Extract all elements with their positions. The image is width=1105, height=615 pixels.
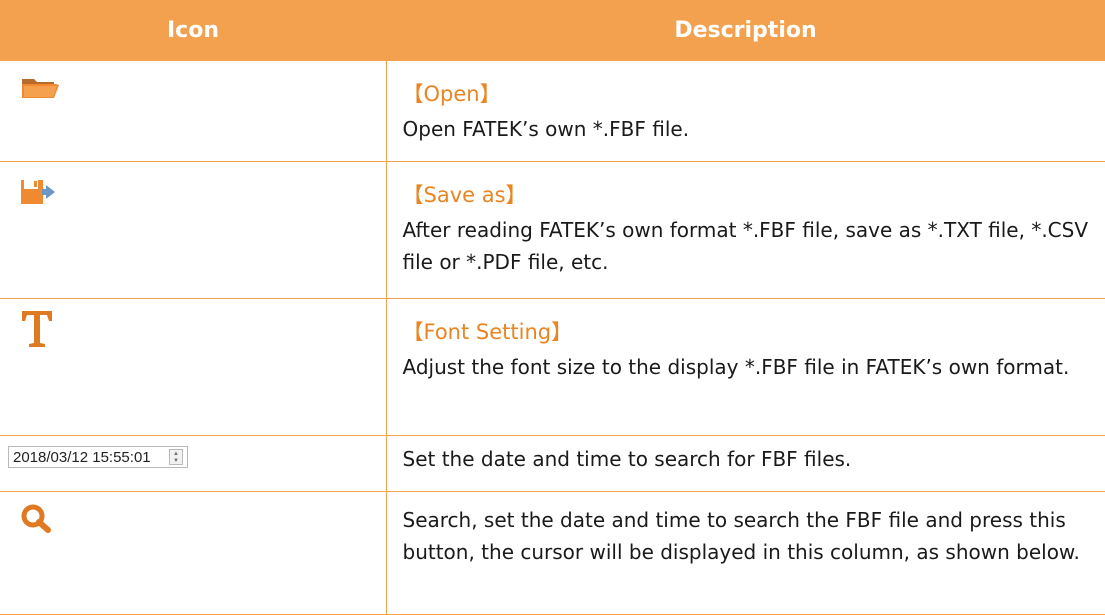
folder-open-icon[interactable] bbox=[20, 75, 60, 99]
table-row: Search, set the date and time to search … bbox=[0, 491, 1105, 615]
datetime-description: Set the date and time to search for FBF … bbox=[402, 447, 852, 471]
table-row: 【Open】 Open FATEK’s own *.FBF file. bbox=[0, 61, 1105, 162]
table-row: 【Font Setting】 Adjust the font size to t… bbox=[0, 298, 1105, 436]
icon-cell bbox=[0, 491, 387, 615]
save-as-command-title: 【Save as】 bbox=[402, 183, 527, 207]
datetime-picker[interactable]: 2018/03/12 15:55:01 ▲ ▼ bbox=[8, 446, 188, 468]
table-row: 【Save as】 After reading FATEK’s own form… bbox=[0, 161, 1105, 299]
search-icon[interactable] bbox=[20, 504, 54, 534]
font-setting-icon[interactable] bbox=[20, 309, 54, 349]
datetime-value: 2018/03/12 15:55:01 bbox=[13, 448, 151, 466]
spinner-down-icon[interactable]: ▼ bbox=[173, 458, 179, 464]
icon-cell bbox=[0, 161, 387, 299]
open-description: Open FATEK’s own *.FBF file. bbox=[402, 117, 690, 141]
icon-description-table: Icon Description 【Open】 Open FATEK’s own… bbox=[0, 0, 1105, 615]
open-command-title: 【Open】 bbox=[402, 82, 501, 106]
datetime-spinner[interactable]: ▲ ▼ bbox=[169, 449, 183, 465]
header-description: Description bbox=[386, 0, 1105, 61]
description-cell: 【Font Setting】 Adjust the font size to t… bbox=[386, 298, 1105, 436]
description-cell: 【Open】 Open FATEK’s own *.FBF file. bbox=[386, 61, 1105, 162]
table-header-row: Icon Description bbox=[0, 0, 1105, 61]
description-cell: Search, set the date and time to search … bbox=[386, 491, 1105, 615]
description-cell: Set the date and time to search for FBF … bbox=[386, 435, 1105, 492]
icon-cell bbox=[0, 298, 387, 436]
header-icon: Icon bbox=[0, 0, 386, 61]
table-row: 2018/03/12 15:55:01 ▲ ▼ Set the date and… bbox=[0, 435, 1105, 492]
save-as-description: After reading FATEK’s own format *.FBF f… bbox=[402, 218, 1089, 274]
font-setting-description: Adjust the font size to the display *.FB… bbox=[402, 355, 1070, 379]
search-description: Search, set the date and time to search … bbox=[402, 508, 1080, 564]
font-setting-command-title: 【Font Setting】 bbox=[402, 320, 573, 344]
spinner-up-icon[interactable]: ▲ bbox=[173, 451, 179, 457]
icon-cell: 2018/03/12 15:55:01 ▲ ▼ bbox=[0, 435, 387, 492]
description-cell: 【Save as】 After reading FATEK’s own form… bbox=[386, 161, 1105, 299]
icon-cell bbox=[0, 61, 387, 162]
save-as-icon[interactable] bbox=[20, 176, 58, 206]
